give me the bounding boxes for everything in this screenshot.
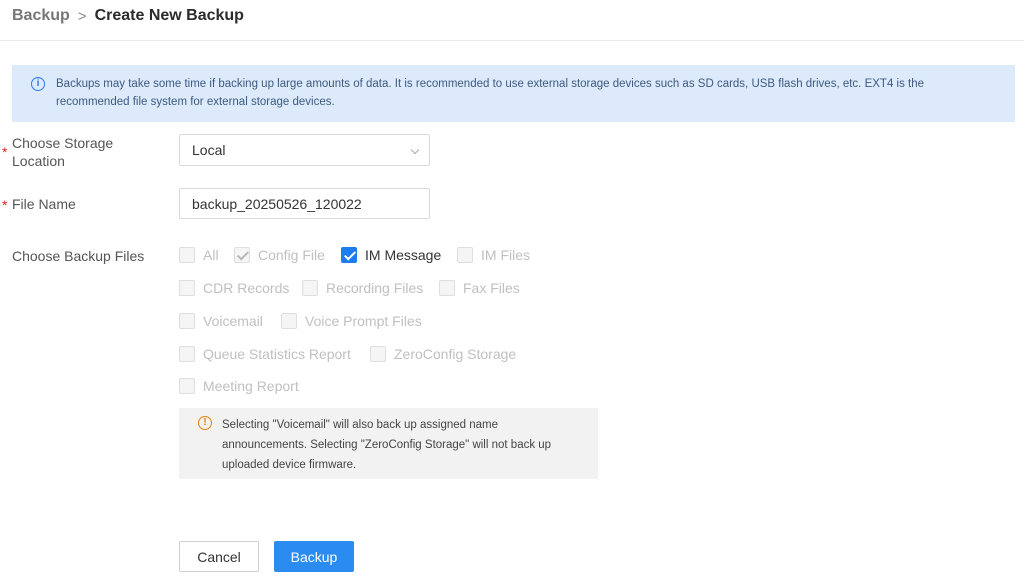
checkbox-label: ZeroConfig Storage [394,346,517,362]
info-notice: i Backups may take some time if backing … [12,65,1015,122]
checkbox-recording-files[interactable]: Recording Files [302,280,423,296]
storage-location-select[interactable]: Local [179,134,430,166]
breadcrumb: Backup > Create New Backup [12,7,244,25]
checkbox-label: Voice Prompt Files [305,313,422,329]
checkbox-box [179,280,195,296]
checkbox-config-file[interactable]: Config File [234,247,325,263]
checkbox-voice-prompt-files[interactable]: Voice Prompt Files [281,313,422,329]
breadcrumb-backup-link[interactable]: Backup [12,7,70,25]
checkbox-label: All [203,247,219,263]
checkbox-queue-statistics-report[interactable]: Queue Statistics Report [179,346,351,362]
checkbox-box [281,313,297,329]
page-header: Backup > Create New Backup [0,0,1024,41]
checkbox-label: Queue Statistics Report [203,346,351,362]
checkbox-box [341,247,357,263]
checkbox-zeroconfig-storage[interactable]: ZeroConfig Storage [370,346,516,362]
required-mark: * [2,144,8,160]
checkbox-box [457,247,473,263]
checkbox-label: IM Message [365,247,442,263]
required-mark: * [2,197,8,213]
checkbox-im-message[interactable]: IM Message [341,247,441,263]
storage-location-label-line2: Location [12,153,65,169]
checkbox-all[interactable]: All [179,247,219,263]
checkbox-meeting-report[interactable]: Meeting Report [179,378,299,394]
page-title: Create New Backup [94,7,244,24]
checkbox-label: IM Files [481,247,530,263]
checkbox-box [302,280,318,296]
checkbox-label: Fax Files [463,280,520,296]
file-name-input[interactable]: backup_20250526_120022 [179,188,430,219]
cancel-button[interactable]: Cancel [179,541,259,572]
checkbox-voicemail[interactable]: Voicemail [179,313,263,329]
checkbox-box [439,280,455,296]
checkbox-im-files[interactable]: IM Files [457,247,530,263]
checkbox-fax-files[interactable]: Fax Files [439,280,520,296]
checkbox-box [179,247,195,263]
storage-location-label: Choose Storage Location [12,134,113,170]
info-notice-text: Backups may take some time if backing up… [56,78,925,108]
checkbox-label: CDR Records [203,280,290,296]
checkbox-box [234,247,250,263]
info-icon: i [31,77,45,91]
checkbox-label: Meeting Report [203,378,299,394]
warning-text: Selecting "Voicemail" will also back up … [222,419,552,471]
checkbox-box [179,378,195,394]
backup-button[interactable]: Backup [274,541,354,572]
checkbox-label: Config File [258,247,325,263]
file-name-label: File Name [12,196,76,212]
storage-location-label-line1: Choose Storage [12,135,114,151]
backup-warning-notice: ! Selecting "Voicemail" will also back u… [179,408,598,479]
checkbox-box [179,313,195,329]
checkbox-cdr-records[interactable]: CDR Records [179,280,289,296]
checkbox-label: Recording Files [326,280,424,296]
breadcrumb-separator: > [77,7,87,25]
storage-location-value: Local [192,142,226,158]
chevron-down-icon [410,145,420,155]
backup-files-label: Choose Backup Files [12,248,145,264]
checkbox-label: Voicemail [203,313,263,329]
checkbox-box [370,346,386,362]
warning-icon: ! [198,416,212,430]
checkbox-box [179,346,195,362]
